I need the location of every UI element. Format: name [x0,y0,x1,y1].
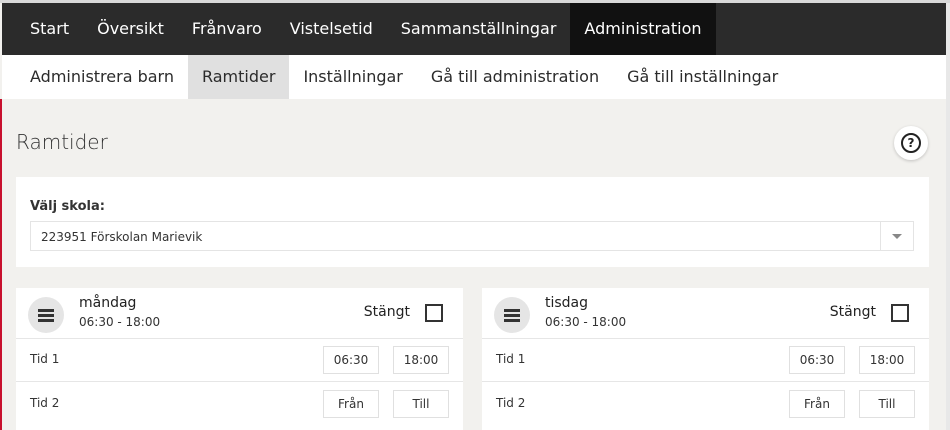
tid1-to-input[interactable]: 18:00 [393,346,449,374]
question-circle-icon: ? [901,133,921,153]
chevron-down-icon [892,233,902,239]
main-nav-administration[interactable]: Administration [570,3,716,55]
left-accent-line [0,99,2,430]
scrollbar-track[interactable] [946,3,950,430]
closed-label: Stängt [829,304,876,320]
time-row-label: Tid 2 [30,396,60,410]
time-row-1: Tid 1 06:30 18:00 [16,338,463,382]
school-panel: Välj skola: 223951 Förskolan Marievik [16,177,929,267]
time-row-label: Tid 1 [496,352,526,366]
time-row-label: Tid 1 [30,352,60,366]
tid1-from-input[interactable]: 06:30 [789,346,845,374]
closed-checkbox[interactable] [891,304,909,322]
tid1-from-input[interactable]: 06:30 [323,346,379,374]
page-title: Ramtider [16,130,108,154]
help-button[interactable]: ? [894,126,928,160]
closed-checkbox[interactable] [425,304,443,322]
day-hours: 06:30 - 18:00 [545,315,627,329]
sub-nav-ga-till-administration[interactable]: Gå till administration [417,55,613,99]
day-card-tisdag: tisdag 06:30 - 18:00 Stängt Tid 1 06:30 … [482,288,929,430]
day-hours: 06:30 - 18:00 [79,315,161,329]
time-row-2: Tid 2 Från Till [16,382,463,425]
day-name: måndag [79,295,137,311]
time-row-label: Tid 2 [496,396,526,410]
menu-icon[interactable] [494,297,530,333]
sub-nav-ga-till-installningar[interactable]: Gå till inställningar [613,55,792,99]
main-nav: Start Översikt Frånvaro Vistelsetid Samm… [2,3,946,55]
sub-nav: Administrera barn Ramtider Inställningar… [2,55,946,99]
main-nav-franvaro[interactable]: Frånvaro [178,3,276,55]
menu-icon[interactable] [28,297,64,333]
day-header: tisdag 06:30 - 18:00 Stängt [482,288,929,339]
tid1-to-input[interactable]: 18:00 [859,346,915,374]
time-row-2: Tid 2 Från Till [482,382,929,425]
main-nav-vistelsetid[interactable]: Vistelsetid [276,3,387,55]
sub-nav-ramtider[interactable]: Ramtider [187,55,290,99]
tid2-from-input[interactable]: Från [323,390,379,418]
school-label: Välj skola: [30,199,105,214]
sub-nav-installningar[interactable]: Inställningar [289,55,416,99]
tid2-from-input[interactable]: Från [789,390,845,418]
day-header: måndag 06:30 - 18:00 Stängt [16,288,463,339]
main-nav-start[interactable]: Start [2,3,83,55]
time-row-1: Tid 1 06:30 18:00 [482,338,929,382]
main-nav-sammanstallningar[interactable]: Sammanställningar [387,3,571,55]
school-select[interactable]: 223951 Förskolan Marievik [30,221,914,251]
sub-nav-administrera-barn[interactable]: Administrera barn [2,55,188,99]
tid2-to-input[interactable]: Till [393,390,449,418]
tid2-to-input[interactable]: Till [859,390,915,418]
dropdown-arrow[interactable] [880,222,913,250]
closed-label: Stängt [363,304,410,320]
day-name: tisdag [545,295,589,311]
day-card-mandag: måndag 06:30 - 18:00 Stängt Tid 1 06:30 … [16,288,463,430]
main-nav-oversikt[interactable]: Översikt [83,3,178,55]
school-select-value: 223951 Förskolan Marievik [41,230,203,244]
